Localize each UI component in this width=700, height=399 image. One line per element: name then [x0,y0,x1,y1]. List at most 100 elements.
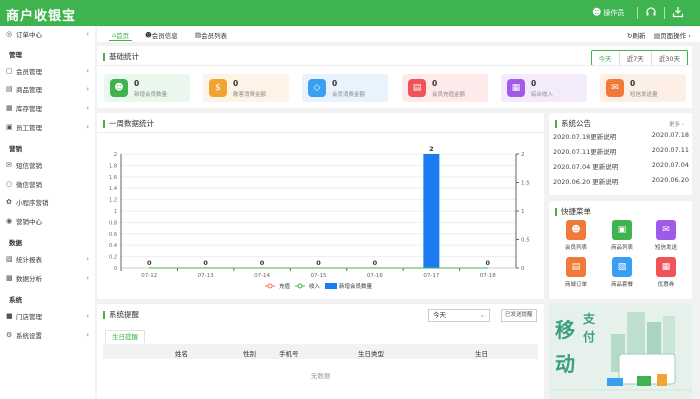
tab-birthday-reminder[interactable]: 生日提醒 [105,330,145,343]
sidebar-item-sms[interactable]: ✉ 短信营销 [0,158,95,172]
range-today[interactable]: 今天 [592,51,619,65]
notice-row[interactable]: 2020.07.04 更新说明 2020.07.04 [553,161,689,171]
sidebar-item-stores[interactable]: ■ 门店管理 › [0,309,95,323]
range-30-days[interactable]: 近30天 [650,51,687,65]
quick-menu-label: 优惠券 [657,282,675,288]
headset-icon[interactable] [645,6,657,21]
notice-date: 2020.07.18 [651,131,689,139]
notice-row[interactable]: 2020.06.20 更新说明 2020.06.20 [553,176,689,186]
tab-home[interactable]: ⌂ 首页 [109,29,133,41]
date-range-select[interactable]: 今天 ⌄ [428,309,490,322]
globe-icon: ◎ [6,30,13,38]
tab-member-info[interactable]: ☻ 会员信息 [142,29,181,41]
sidebar-item-label: 短信营销 [16,162,42,170]
page-operations-button[interactable]: ▤页面操作 › [654,30,691,40]
refresh-button[interactable]: ↻刷新 [627,30,645,40]
stat-value: 0 [332,78,338,88]
quick-menu-label: 商品套餐 [610,282,633,288]
banner-text: 动 [555,352,575,376]
sidebar-item-reports[interactable]: ▧ 统计报表 › [0,252,95,266]
page-ops-label: 页面操作 [660,32,687,40]
sent-reminders-button[interactable]: 已发送提醒 [501,309,537,322]
product-icon: ▤ [6,85,13,93]
range-7-days[interactable]: 近7天 [618,51,651,65]
quick-menu-item[interactable]: ▣ 商品列表 [604,220,640,251]
user-icon: ☻ [145,31,152,39]
report-icon: ▧ [6,255,13,263]
quick-menu-item[interactable]: ☻ 会员列表 [558,220,594,251]
divider [97,65,692,66]
quick-menu-label: 商品列表 [610,245,633,251]
sidebar-item-marketing-center[interactable]: ◉ 营销中心 [0,214,95,228]
bar [423,154,440,268]
panel-title: 系统公告 [555,118,591,129]
sidebar-item-settings[interactable]: ⚙ 系统设置 › [0,328,95,342]
quick-menu-item[interactable]: ✉ 短信发送 [648,220,684,251]
sidebar-item-products[interactable]: ▤ 商品管理 › [0,82,95,96]
notice-date: 2020.06.20 [651,176,689,184]
download-icon[interactable] [672,6,684,21]
quick-menu-item[interactable]: ▤ 商城订单 [558,257,594,288]
sidebar-item-label: 会员管理 [16,68,42,76]
sidebar-item-label: 营销中心 [16,218,42,226]
sidebar-item-inventory[interactable]: ▦ 库存管理 › [0,101,95,115]
sidebar-group-marketing: 营销 [9,145,22,153]
sidebar-item-orders[interactable]: ◎ 订单中心 › [0,27,95,41]
sidebar-item-analysis[interactable]: ▩ 数据分析 › [0,271,95,285]
legend-label: 新增会员数量 [339,282,373,290]
tab-member-list[interactable]: ▤ 会员列表 [192,29,230,41]
sidebar-item-label: 小程序营销 [16,199,49,207]
chevron-right-icon: › [86,274,89,282]
column-header-gender: 性别 [243,350,256,358]
sidebar-group-data: 数据 [9,239,22,247]
x-tick-label: 07-12 [141,273,157,279]
basic-stats-panel: 基础统计 今天 近7天 近30天 ☻ 0 新增会员数量 $0 散客消费金额 ◇ 0 会员消费金… [97,46,692,108]
chevron-right-icon: › [86,331,89,339]
x-tick-label: 07-14 [254,273,270,279]
reminder-panel: 系统提醒 今天 ⌄ 已发送提醒 生日提醒 姓名 性别 手机号 生日类型 生日 无… [97,304,544,399]
store-icon: ■ [6,312,13,320]
data-label: 0 [316,259,321,267]
sidebar-item-label: 微信营销 [16,181,42,189]
stat-label: 短信发送量 [630,91,658,98]
sidebar-item-label: 员工管理 [16,124,42,132]
column-header-name: 姓名 [175,350,188,358]
dollar-icon: $ [209,79,227,97]
legend-marker [297,283,303,289]
data-label: 0 [486,259,491,267]
sidebar-item-mini-program[interactable]: ✿ 小程序营销 [0,195,95,209]
y-left-tick-label: 1.6 [109,175,117,181]
quick-menu-label: 短信发送 [654,245,677,251]
sidebar-group-system: 系统 [9,296,22,304]
notice-row[interactable]: 2020.07.18更新说明 2020.07.18 [553,131,689,141]
quick-menu-item[interactable]: ▦ 优惠券 [648,257,684,288]
y-left-tick-label: 0 [114,266,117,272]
tab-bar: ⌂ 首页 ☻ 会员信息 ▤ 会员列表 ↻刷新 ▤页面操作 › [97,27,700,42]
sidebar-item-wechat[interactable]: ○ 微信营销 [0,177,95,191]
quick-menu-label: 会员列表 [564,245,587,251]
notice-row[interactable]: 2020.07.11更新说明 2020.07.11 [553,146,689,156]
mobile-payment-banner[interactable]: 移 动 支 付 [549,304,692,399]
stat-label: 散客消费金额 [233,91,267,98]
tab-label: 首页 [116,31,130,40]
sidebar-item-staff[interactable]: ▣ 员工管理 › [0,120,95,134]
top-bar: 商户收银宝 ☻ 操作员 [0,0,700,26]
y-right-tick-label: 0.5 [521,238,530,244]
operator-label: 操作员 [603,9,625,17]
settings-icon: ⚙ [6,331,13,339]
weekly-chart: 0 0.2 0.4 0.6 0.8 1 1.2 1.4 1.6 1.8 2 0 0.5 1 1.5 2 07-1… [109,145,530,290]
sidebar-item-members[interactable]: ▢ 会员管理 › [0,64,95,78]
operator-menu[interactable]: ☻ 操作员 [592,8,624,18]
coupon-icon: ▦ [656,257,676,277]
range-tabs: 今天 近7天 近30天 [590,50,688,66]
banner-text: 付 [583,330,596,344]
chevron-right-icon: › [86,67,89,75]
user-icon: ☻ [110,79,128,97]
more-link[interactable]: 更多 › [669,120,684,128]
legend-label: 收入 [309,282,321,290]
envelope-icon: ✉ [606,79,624,97]
wallet-icon: ▦ [507,79,525,97]
notice-panel: 系统公告 更多 › 2020.07.18更新说明 2020.07.18 2020.… [549,113,692,195]
quick-menu-item[interactable]: ▧ 商品套餐 [604,257,640,288]
x-tick-label: 07-18 [480,273,496,279]
